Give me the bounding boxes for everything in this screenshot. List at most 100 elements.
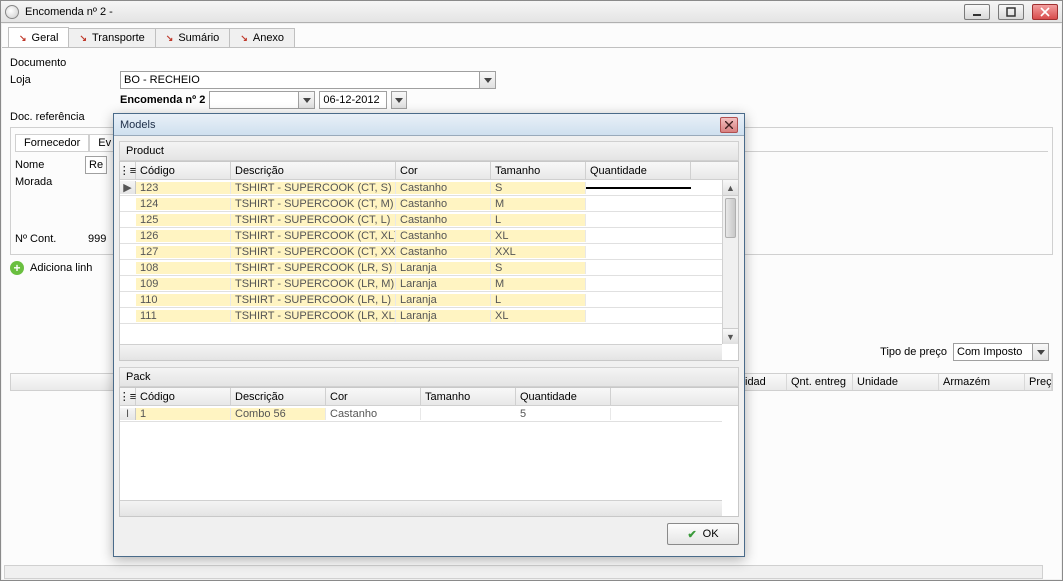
cell-cor[interactable]: Castanho [396, 230, 491, 242]
tipo-preco-combo[interactable]: Com Imposto [953, 343, 1049, 361]
table-row[interactable]: I1Combo 56Castanho 5 [120, 406, 722, 422]
cell-codigo[interactable]: 108 [136, 262, 231, 274]
window-titlebar[interactable]: Encomenda nº 2 - [1, 1, 1062, 23]
col-quantidade[interactable]: Quantidade [516, 388, 611, 405]
cell-codigo[interactable]: 1 [136, 408, 231, 420]
cell-cor[interactable]: Laranja [396, 294, 491, 306]
grid-row-selector-header[interactable]: ⋮≡ [120, 388, 136, 405]
col-armazem[interactable]: Armazém [939, 374, 1025, 390]
cell-descricao[interactable]: TSHIRT - SUPERCOOK (CT, S) [231, 182, 396, 194]
cell-tamanho[interactable]: L [491, 294, 586, 306]
nome-field[interactable]: Re [85, 156, 107, 174]
cell-descricao[interactable]: Combo 56 [231, 408, 326, 420]
date-field[interactable]: 06-12-2012 [319, 91, 387, 109]
encomenda-combo[interactable] [209, 91, 315, 109]
horizontal-scrollbar[interactable] [4, 565, 1043, 579]
cell-cor[interactable]: Laranja [396, 310, 491, 322]
cell-tamanho[interactable]: XL [491, 310, 586, 322]
row-indicator[interactable]: ▶ [120, 181, 136, 194]
cell-descricao[interactable]: TSHIRT - SUPERCOOK (LR, S) [231, 262, 396, 274]
cell-tamanho[interactable]: S [491, 182, 586, 194]
col-descricao[interactable]: Descrição [231, 388, 326, 405]
cell-codigo[interactable]: 126 [136, 230, 231, 242]
cell-codigo[interactable]: 123 [136, 182, 231, 194]
subtab-fornecedor[interactable]: Fornecedor [15, 134, 89, 151]
tab-transporte[interactable]: ↘Transporte [68, 28, 155, 47]
dialog-titlebar[interactable]: Models [114, 114, 744, 136]
col-tamanho[interactable]: Tamanho [421, 388, 516, 405]
table-row[interactable]: 125TSHIRT - SUPERCOOK (CT, L)CastanhoL [120, 212, 722, 228]
add-line-icon[interactable]: + [10, 261, 24, 275]
col-quantidade[interactable]: Quantidade [586, 162, 691, 179]
cell-descricao[interactable]: TSHIRT - SUPERCOOK (LR, XL) [231, 310, 396, 322]
grid-row-selector-header[interactable]: ⋮≡ [120, 162, 136, 179]
cell-tamanho[interactable]: XL [491, 230, 586, 242]
cell-codigo[interactable]: 110 [136, 294, 231, 306]
col-codigo[interactable]: Código [136, 162, 231, 179]
col-codigo[interactable]: Código [136, 388, 231, 405]
table-row[interactable]: 110TSHIRT - SUPERCOOK (LR, L)LaranjaL [120, 292, 722, 308]
cell-codigo[interactable]: 109 [136, 278, 231, 290]
scroll-up-icon[interactable]: ▲ [723, 180, 738, 196]
pack-grid[interactable]: ⋮≡ Código Descrição Cor Tamanho Quantida… [119, 387, 739, 517]
col-unidade[interactable]: Unidade [853, 374, 939, 390]
cell-quantidade[interactable]: 5 [516, 408, 611, 420]
tab-sumario[interactable]: ↘Sumário [155, 28, 231, 47]
tab-anexo[interactable]: ↘Anexo [229, 28, 295, 47]
cell-cor[interactable]: Castanho [396, 198, 491, 210]
dropdown-icon[interactable] [299, 91, 315, 109]
cell-cor[interactable]: Laranja [396, 278, 491, 290]
grid-vertical-scrollbar[interactable]: ▲ ▼ [722, 180, 738, 344]
col-cor[interactable]: Cor [396, 162, 491, 179]
col-cor[interactable]: Cor [326, 388, 421, 405]
cell-cor[interactable]: Castanho [326, 408, 421, 420]
cell-descricao[interactable]: TSHIRT - SUPERCOOK (LR, M) [231, 278, 396, 290]
cell-codigo[interactable]: 111 [136, 310, 231, 322]
table-row[interactable]: 111TSHIRT - SUPERCOOK (LR, XL)LaranjaXL [120, 308, 722, 324]
cell-tamanho[interactable]: L [491, 214, 586, 226]
dropdown-icon[interactable] [480, 71, 496, 89]
dropdown-icon[interactable] [1033, 343, 1049, 361]
cell-descricao[interactable]: TSHIRT - SUPERCOOK (CT, M) [231, 198, 396, 210]
cell-cor[interactable]: Castanho [396, 182, 491, 194]
table-row[interactable]: 127TSHIRT - SUPERCOOK (CT, XXL)CastanhoX… [120, 244, 722, 260]
cell-tamanho[interactable]: M [491, 278, 586, 290]
cell-codigo[interactable]: 124 [136, 198, 231, 210]
cell-tamanho[interactable]: S [491, 262, 586, 274]
cell-descricao[interactable]: TSHIRT - SUPERCOOK (CT, L) [231, 214, 396, 226]
cell-cor[interactable]: Castanho [396, 214, 491, 226]
grid-horizontal-scrollbar[interactable] [120, 344, 722, 360]
col-qnt-entreg[interactable]: Qnt. entreg [787, 374, 853, 390]
maximize-button[interactable] [998, 4, 1024, 20]
table-row[interactable]: 126TSHIRT - SUPERCOOK (CT, XL)CastanhoXL [120, 228, 722, 244]
cell-codigo[interactable]: 127 [136, 246, 231, 258]
minimize-button[interactable] [964, 4, 990, 20]
cell-descricao[interactable]: TSHIRT - SUPERCOOK (CT, XL) [231, 230, 396, 242]
scroll-down-icon[interactable]: ▼ [723, 328, 738, 344]
table-row[interactable]: 108TSHIRT - SUPERCOOK (LR, S)LaranjaS [120, 260, 722, 276]
product-grid[interactable]: ⋮≡ Código Descrição Cor Tamanho Quantida… [119, 161, 739, 361]
cell-cor[interactable]: Castanho [396, 246, 491, 258]
table-row[interactable]: 124TSHIRT - SUPERCOOK (CT, M)CastanhoM [120, 196, 722, 212]
cell-cor[interactable]: Laranja [396, 262, 491, 274]
col-preco[interactable]: Preço [1025, 374, 1052, 390]
cell-quantidade[interactable] [586, 187, 691, 189]
table-row[interactable]: ▶123TSHIRT - SUPERCOOK (CT, S)CastanhoS [120, 180, 722, 196]
grid-horizontal-scrollbar[interactable] [120, 500, 722, 516]
row-indicator[interactable]: I [120, 408, 136, 420]
cell-codigo[interactable]: 125 [136, 214, 231, 226]
scroll-thumb[interactable] [725, 198, 736, 238]
loja-combo[interactable]: BO - RECHEIO [120, 71, 496, 89]
cell-descricao[interactable]: TSHIRT - SUPERCOOK (CT, XXL) [231, 246, 396, 258]
table-row[interactable]: 109TSHIRT - SUPERCOOK (LR, M)LaranjaM [120, 276, 722, 292]
cell-tamanho[interactable]: XXL [491, 246, 586, 258]
cell-descricao[interactable]: TSHIRT - SUPERCOOK (LR, L) [231, 294, 396, 306]
calendar-icon[interactable] [391, 91, 407, 109]
col-tamanho[interactable]: Tamanho [491, 162, 586, 179]
cell-tamanho[interactable]: M [491, 198, 586, 210]
tab-geral[interactable]: ↘Geral [8, 27, 69, 47]
col-descricao[interactable]: Descrição [231, 162, 396, 179]
dialog-close-button[interactable] [720, 117, 738, 133]
col-idad[interactable]: idad [741, 374, 787, 390]
ok-button[interactable]: ✔ OK [667, 523, 739, 545]
